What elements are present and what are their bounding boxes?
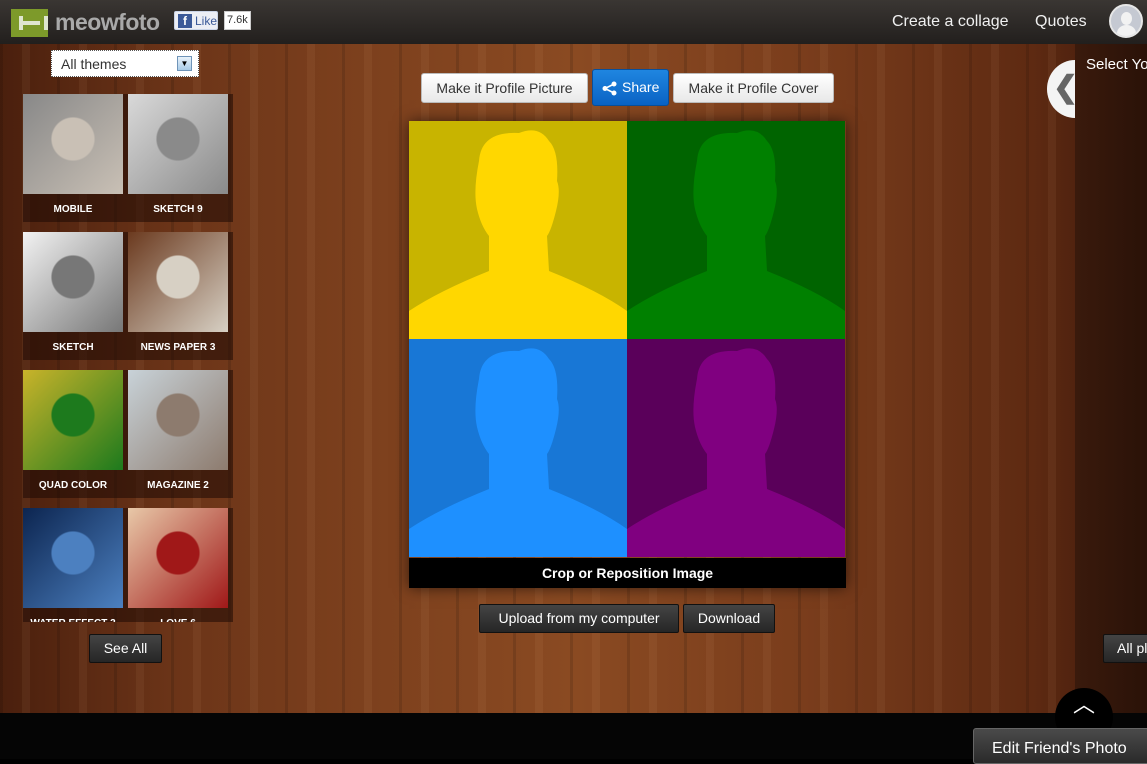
- dropdown-arrow-icon[interactable]: ▼: [177, 56, 192, 71]
- theme-item[interactable]: WATER EFFECT 2: [23, 508, 128, 622]
- theme-thumbnail: [23, 232, 123, 332]
- right-panel-heading: Select Yo: [1086, 56, 1147, 73]
- person-silhouette-icon: [409, 348, 627, 557]
- make-profile-cover-button[interactable]: Make it Profile Cover: [673, 73, 834, 103]
- theme-thumbnail: [128, 508, 228, 608]
- theme-thumbnail: [23, 508, 123, 608]
- theme-item[interactable]: NEWS PAPER 3: [128, 232, 233, 360]
- share-button[interactable]: Share: [592, 69, 669, 106]
- theme-item[interactable]: SKETCH: [23, 232, 128, 360]
- meowfoto-logo[interactable]: [11, 9, 48, 37]
- theme-thumbnail: [128, 94, 228, 194]
- color-quadrant: [409, 121, 627, 339]
- facebook-like-button[interactable]: f Like: [174, 11, 218, 30]
- chevron-up-icon: ︿: [1072, 692, 1095, 717]
- theme-item[interactable]: LOVE 6: [128, 508, 233, 622]
- theme-thumbnail: [23, 94, 123, 194]
- theme-select-value: All themes: [61, 56, 127, 72]
- top-bar: meowfoto f Like 7.6k Create a collage Quo…: [0, 0, 1147, 44]
- theme-list[interactable]: MOBILE SKETCH 9 SKETCH NEWS PAPER 3 QUAD COL…: [23, 94, 233, 622]
- theme-item[interactable]: SKETCH 9: [128, 94, 233, 222]
- crop-reposition-button[interactable]: Crop or Reposition Image: [409, 558, 846, 588]
- upload-button[interactable]: Upload from my computer: [479, 604, 679, 633]
- theme-thumbnail: [23, 370, 123, 470]
- share-icon: [602, 81, 617, 96]
- color-quadrant: [627, 339, 845, 557]
- theme-item[interactable]: QUAD COLOR: [23, 370, 128, 498]
- make-profile-picture-button[interactable]: Make it Profile Picture: [421, 73, 588, 103]
- chevron-left-icon: ❮: [1053, 71, 1079, 104]
- see-all-button[interactable]: See All: [89, 634, 162, 663]
- color-quadrant: [627, 121, 845, 339]
- theme-item[interactable]: MOBILE: [23, 94, 128, 222]
- theme-item[interactable]: MAGAZINE 2: [128, 370, 233, 498]
- like-label: Like: [195, 14, 218, 28]
- theme-thumbnail: [128, 232, 228, 332]
- photo-canvas[interactable]: Crop or Reposition Image: [409, 121, 846, 588]
- brand-name[interactable]: meowfoto: [55, 9, 160, 36]
- right-panel: [1075, 44, 1147, 713]
- theme-label: NEWS PAPER 3: [140, 342, 216, 353]
- download-button[interactable]: Download: [683, 604, 775, 633]
- nav-quotes[interactable]: Quotes: [1035, 13, 1087, 31]
- all-photos-button[interactable]: All pl: [1103, 634, 1147, 663]
- theme-label: WATER EFFECT 2: [23, 618, 123, 622]
- theme-select[interactable]: All themes ▼: [51, 50, 199, 77]
- facebook-icon: f: [178, 14, 192, 28]
- theme-label: QUAD COLOR: [38, 480, 108, 491]
- theme-label: MAGAZINE 2: [147, 480, 209, 491]
- person-silhouette-icon: [627, 130, 845, 339]
- person-silhouette-icon: [627, 348, 845, 557]
- share-label: Share: [622, 79, 660, 95]
- nav-create-collage[interactable]: Create a collage: [892, 13, 1009, 31]
- theme-label: SKETCH 9: [153, 204, 203, 215]
- theme-label: MOBILE: [53, 204, 93, 215]
- theme-thumbnail: [128, 370, 228, 470]
- user-avatar[interactable]: [1109, 4, 1143, 38]
- like-count: 7.6k: [224, 11, 251, 30]
- color-quadrant: [409, 339, 627, 557]
- person-silhouette-icon: [409, 130, 627, 339]
- theme-label: LOVE 6: [128, 618, 228, 622]
- theme-label: SKETCH: [52, 342, 94, 353]
